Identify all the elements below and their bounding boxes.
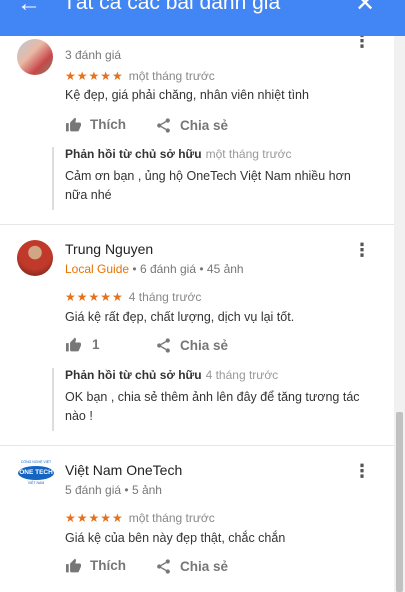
share-icon — [157, 559, 170, 574]
like-button[interactable]: Thích — [65, 558, 126, 573]
like-button[interactable]: Thích — [65, 117, 126, 132]
owner-response-label: Phản hồi từ chủ sở hữu — [65, 368, 202, 382]
review-list[interactable]: 3 đánh giá ⋮ ★★★★★ một tháng trước Kệ đẹp… — [0, 36, 394, 592]
share-label: Chia sẻ — [180, 338, 229, 353]
scrollbar-thumb[interactable] — [396, 412, 403, 592]
onetech-logo-icon: ONE TECH — [18, 466, 54, 480]
owner-response-time: 4 tháng trước — [205, 368, 279, 382]
review-text: Giá kệ rất đẹp, chất lượng, dịch vụ lại … — [65, 310, 295, 324]
rating-line: ★★★★★ một tháng trước — [65, 69, 215, 83]
star-rating: ★★★★★ — [65, 290, 124, 304]
more-options-icon[interactable]: ⋮ — [353, 462, 371, 480]
like-label: Thích — [90, 558, 126, 573]
review-card: Trung Nguyen Local Guide • 6 đánh giá • … — [0, 225, 394, 446]
review-time: 4 tháng trước — [128, 290, 202, 304]
reviewer-meta: Local Guide • 6 đánh giá • 45 ảnh — [65, 262, 244, 276]
review-text: Kệ đẹp, giá phải chăng, nhân viên nhiệt … — [65, 88, 309, 102]
scrollbar[interactable] — [394, 36, 405, 592]
local-guide-badge: Local Guide — [65, 262, 130, 276]
star-rating: ★★★★★ — [65, 69, 124, 83]
review-time: một tháng trước — [128, 511, 215, 525]
avatar[interactable] — [17, 240, 53, 276]
reviewer-meta: 3 đánh giá — [65, 48, 122, 62]
owner-response-text: OK bạn , chia sẻ thêm ảnh lên đây để tăn… — [65, 390, 360, 423]
owner-response: Phản hồi từ chủ sở hữu một tháng trước Cả… — [52, 147, 372, 210]
like-label: Thích — [90, 117, 126, 132]
owner-response-label: Phản hồi từ chủ sở hữu — [65, 147, 202, 161]
reviewer-name[interactable]: Trung Nguyen — [65, 241, 153, 257]
like-button[interactable]: 1 — [65, 337, 100, 352]
page-title: Tất cả các bài đánh giá — [63, 0, 281, 14]
arrow-back-icon[interactable]: ← — [17, 0, 41, 16]
owner-response: Phản hồi từ chủ sở hữu 4 tháng trước OK b… — [52, 368, 372, 431]
star-rating: ★★★★★ — [65, 511, 124, 525]
avatar-onetech-logo[interactable]: CÔNG NGHỆ VIỆT ONE TECH VIỆT NAM — [17, 460, 55, 498]
review-card: CÔNG NGHỆ VIỆT ONE TECH VIỆT NAM Việt Na… — [0, 446, 394, 592]
like-count: 1 — [92, 337, 100, 352]
owner-response-text: Cảm ơn bạn , ủng hộ OneTech Việt Nam nhi… — [65, 169, 351, 202]
share-icon — [157, 338, 170, 353]
reviewer-meta: 5 đánh giá • 5 ảnh — [65, 483, 162, 497]
reviewer-name[interactable]: Việt Nam OneTech — [65, 462, 182, 478]
rating-line: ★★★★★ 4 tháng trước — [65, 290, 201, 304]
more-options-icon[interactable]: ⋮ — [353, 36, 371, 50]
share-label: Chia sẻ — [180, 118, 229, 133]
review-card: 3 đánh giá ⋮ ★★★★★ một tháng trước Kệ đẹp… — [0, 36, 394, 225]
avatar[interactable] — [17, 39, 53, 75]
owner-response-time: một tháng trước — [205, 147, 292, 161]
share-button[interactable]: Chia sẻ — [155, 117, 228, 134]
share-icon — [157, 118, 170, 133]
share-label: Chia sẻ — [180, 559, 229, 574]
share-button[interactable]: Chia sẻ — [155, 337, 228, 354]
thumb-up-icon — [66, 558, 81, 573]
share-button[interactable]: Chia sẻ — [155, 558, 228, 575]
review-text: Giá kệ của bên này đẹp thật, chắc chắn — [65, 531, 286, 545]
thumb-up-icon — [66, 117, 81, 132]
review-time: một tháng trước — [128, 69, 215, 83]
rating-line: ★★★★★ một tháng trước — [65, 511, 215, 525]
header-bar: ← Tất cả các bài đánh giá ✕ — [0, 0, 405, 36]
close-icon[interactable]: ✕ — [355, 0, 375, 16]
more-options-icon[interactable]: ⋮ — [353, 241, 371, 259]
thumb-up-icon — [66, 337, 81, 352]
